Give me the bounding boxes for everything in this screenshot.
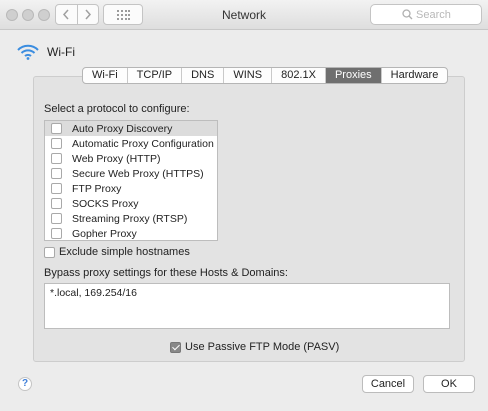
bypass-label: Bypass proxy settings for these Hosts & … <box>44 267 288 279</box>
protocol-label: Automatic Proxy Configuration <box>72 137 214 150</box>
pasv-checkbox[interactable] <box>170 341 181 353</box>
protocol-item-socks-proxy[interactable]: SOCKS Proxy <box>45 196 217 211</box>
title-bar: Network Search <box>0 0 488 30</box>
exclude-checkbox[interactable] <box>44 246 55 258</box>
protocol-label: Auto Proxy Discovery <box>72 122 173 135</box>
network-window: Network Search Wi-Fi Wi-Fi TCP/IP DNS WI… <box>0 0 488 411</box>
protocol-checkbox[interactable] <box>51 168 62 179</box>
protocol-item-gopher-proxy[interactable]: Gopher Proxy <box>45 226 217 241</box>
wifi-icon <box>17 44 39 60</box>
search-icon <box>402 9 413 20</box>
protocol-checkbox[interactable] <box>51 213 62 224</box>
protocol-select-label: Select a protocol to configure: <box>44 103 190 115</box>
protocol-checkbox[interactable] <box>51 138 62 149</box>
tab-8021x[interactable]: 802.1X <box>271 68 325 83</box>
protocol-item-web-proxy[interactable]: Web Proxy (HTTP) <box>45 151 217 166</box>
protocol-label: Gopher Proxy <box>72 227 137 240</box>
protocol-item-streaming-proxy[interactable]: Streaming Proxy (RTSP) <box>45 211 217 226</box>
protocol-label: FTP Proxy <box>72 182 122 195</box>
exclude-simple-hostnames[interactable]: Exclude simple hostnames <box>44 246 190 258</box>
help-button[interactable]: ? <box>18 377 32 391</box>
tab-tcpip[interactable]: TCP/IP <box>126 68 181 83</box>
search-placeholder: Search <box>416 9 451 21</box>
tab-dns[interactable]: DNS <box>181 68 223 83</box>
protocol-item-ftp-proxy[interactable]: FTP Proxy <box>45 181 217 196</box>
protocol-label: Streaming Proxy (RTSP) <box>72 212 188 225</box>
protocol-item-secure-web-proxy[interactable]: Secure Web Proxy (HTTPS) <box>45 166 217 181</box>
tab-wifi[interactable]: Wi-Fi <box>83 68 127 83</box>
protocol-label: Web Proxy (HTTP) <box>72 152 161 165</box>
protocol-checkbox[interactable] <box>51 198 62 209</box>
tab-proxies[interactable]: Proxies <box>324 68 381 83</box>
bypass-hosts-field[interactable]: *.local, 169.254/16 <box>44 283 450 329</box>
passive-ftp-option[interactable]: Use Passive FTP Mode (PASV) <box>170 341 339 353</box>
protocol-checkbox[interactable] <box>51 228 62 239</box>
pasv-label: Use Passive FTP Mode (PASV) <box>185 341 340 353</box>
protocol-list[interactable]: Auto Proxy Discovery Automatic Proxy Con… <box>44 120 218 241</box>
protocol-label: SOCKS Proxy <box>72 197 139 210</box>
search-field[interactable]: Search <box>370 4 482 25</box>
tab-wins[interactable]: WINS <box>223 68 271 83</box>
protocol-item-auto-proxy-discovery[interactable]: Auto Proxy Discovery <box>45 121 217 136</box>
cancel-button[interactable]: Cancel <box>362 375 414 393</box>
tab-hardware[interactable]: Hardware <box>380 68 448 83</box>
protocol-checkbox[interactable] <box>51 153 62 164</box>
interface-title: Wi-Fi <box>47 45 75 59</box>
exclude-label: Exclude simple hostnames <box>59 246 190 258</box>
protocol-checkbox[interactable] <box>51 123 62 134</box>
ok-button[interactable]: OK <box>423 375 475 393</box>
protocol-label: Secure Web Proxy (HTTPS) <box>72 167 204 180</box>
tab-bar: Wi-Fi TCP/IP DNS WINS 802.1X Proxies Har… <box>82 67 449 84</box>
protocol-checkbox[interactable] <box>51 183 62 194</box>
protocol-item-automatic-proxy-configuration[interactable]: Automatic Proxy Configuration <box>45 136 217 151</box>
